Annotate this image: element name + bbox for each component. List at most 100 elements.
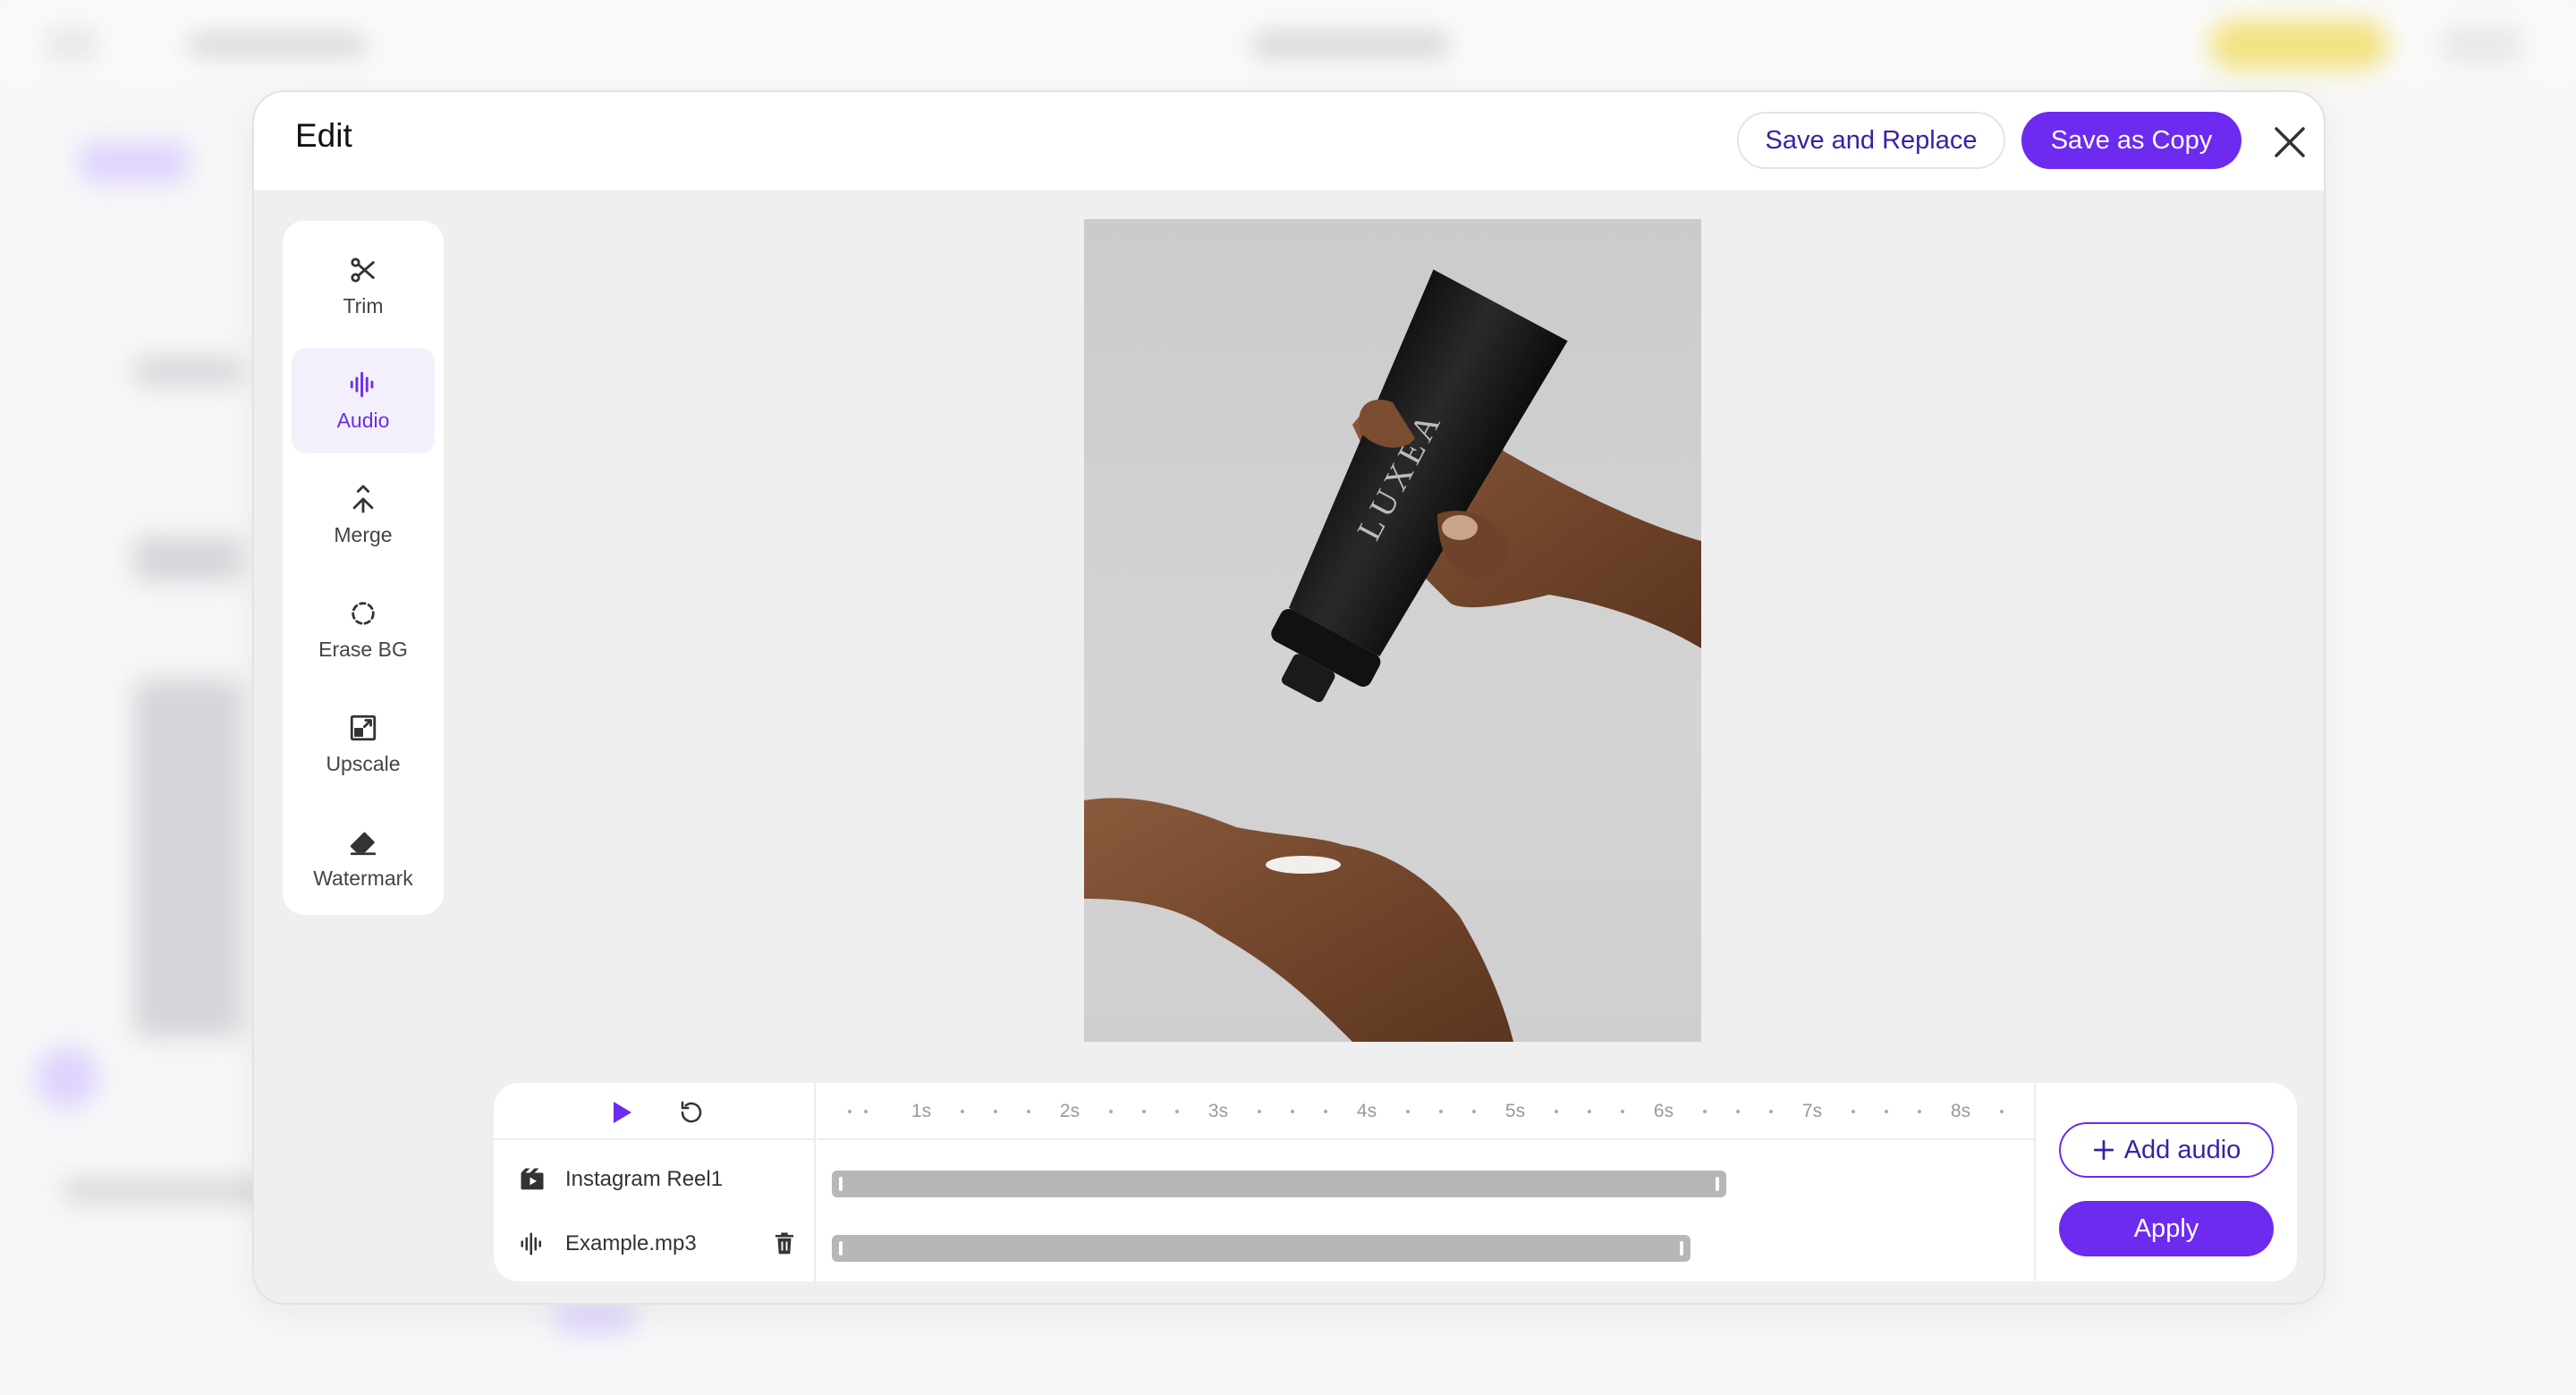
background-logo xyxy=(45,27,98,63)
ruler-tick xyxy=(1026,1110,1030,1113)
background-list xyxy=(134,680,242,1037)
ruler-tick xyxy=(2000,1110,2004,1113)
scissors-icon xyxy=(351,257,375,283)
ruler-tick xyxy=(1323,1110,1327,1113)
tool-sidebar: Trim Audio Merge Erase BG Upscale Waterm… xyxy=(283,221,444,915)
modal-title: Edit xyxy=(295,117,352,154)
ruler-tick xyxy=(1439,1110,1443,1113)
lower-hand-shape xyxy=(1084,798,1513,1042)
ruler-tick xyxy=(1291,1110,1294,1113)
tool-label: Watermark xyxy=(313,866,413,890)
video-track-bar[interactable] xyxy=(832,1171,1726,1197)
modal-header: Edit Save and Replace Save as Copy xyxy=(254,92,2324,190)
track-name: Instagram Reel1 xyxy=(565,1167,724,1191)
background-upgrade-button xyxy=(2209,20,2388,70)
add-audio-label: Add audio xyxy=(2123,1135,2241,1164)
tool-audio[interactable]: Audio xyxy=(292,348,435,453)
play-icon xyxy=(614,1102,631,1123)
timeline-actions: Add audio Apply xyxy=(2034,1083,2297,1281)
ruler-tick xyxy=(1174,1110,1179,1113)
ruler-tick xyxy=(1620,1110,1624,1113)
ruler-tick xyxy=(1588,1110,1591,1113)
apply-button[interactable]: Apply xyxy=(2059,1201,2274,1256)
tool-watermark[interactable]: Watermark xyxy=(292,806,435,911)
track-audio[interactable]: Example.mp3 xyxy=(519,1226,697,1262)
video-clip-icon xyxy=(521,1168,544,1190)
ruler-tick xyxy=(1109,1110,1114,1113)
product-photo: LUXEA xyxy=(1084,269,1701,1042)
ruler-tick xyxy=(1885,1110,1888,1113)
ruler-label: 3s xyxy=(1208,1101,1229,1121)
erase-bg-icon xyxy=(352,601,375,625)
ruler-tick xyxy=(1555,1110,1559,1113)
ruler-tick xyxy=(961,1110,965,1113)
reset-button[interactable] xyxy=(678,1099,705,1126)
tool-label: Upscale xyxy=(326,751,401,775)
save-and-replace-button[interactable]: Save and Replace xyxy=(1737,112,2005,169)
background-fab xyxy=(36,1046,98,1109)
delete-track-button[interactable] xyxy=(771,1230,798,1257)
trim-handle-start[interactable] xyxy=(839,1177,843,1191)
track-name: Example.mp3 xyxy=(565,1231,697,1256)
background-footer-text xyxy=(63,1180,277,1202)
ruler-label: 4s xyxy=(1356,1101,1377,1121)
ruler-label: 7s xyxy=(1801,1101,1823,1121)
trim-handle-end[interactable] xyxy=(1680,1241,1683,1256)
playback-controls xyxy=(494,1083,816,1140)
tool-label: Erase BG xyxy=(318,637,408,661)
merge-icon xyxy=(352,484,374,513)
audio-track-bar[interactable] xyxy=(832,1235,1690,1262)
cream-drop xyxy=(1266,856,1341,874)
ruler-tick xyxy=(1917,1110,1921,1113)
play-button[interactable] xyxy=(608,1099,635,1126)
ruler-tick xyxy=(994,1110,997,1113)
ruler-label: 5s xyxy=(1504,1101,1526,1121)
audio-wave-icon xyxy=(521,1232,541,1256)
trash-icon xyxy=(775,1232,793,1255)
close-button[interactable] xyxy=(2265,117,2315,167)
tool-label: Merge xyxy=(334,522,393,546)
background-breadcrumb xyxy=(188,34,367,55)
trim-handle-end[interactable] xyxy=(1716,1177,1719,1191)
background-footer-link xyxy=(555,1306,635,1332)
tool-upscale[interactable]: Upscale xyxy=(292,691,435,797)
ruler-tick xyxy=(1736,1110,1740,1113)
ruler-tick xyxy=(1142,1110,1146,1113)
time-ruler: 1s 2s 3s 4s 5s 6s 7s 8s xyxy=(818,1083,2034,1140)
ruler-tick xyxy=(1703,1110,1707,1113)
track-video[interactable]: Instagram Reel1 xyxy=(519,1162,723,1197)
audio-wave-icon xyxy=(350,371,374,397)
save-as-copy-button[interactable]: Save as Copy xyxy=(2021,112,2241,169)
plus-icon xyxy=(2093,1139,2114,1161)
media-preview: LUXEA xyxy=(1084,219,1701,1042)
ruler-tick xyxy=(864,1110,868,1113)
background-line xyxy=(134,537,242,581)
ruler-tick xyxy=(1852,1110,1856,1113)
tool-merge[interactable]: Merge xyxy=(292,462,435,568)
ruler-tick xyxy=(848,1110,852,1113)
ruler-label: 8s xyxy=(1950,1101,1971,1121)
eraser-icon xyxy=(350,832,377,855)
close-icon xyxy=(2275,127,2305,157)
edit-modal: Edit Save and Replace Save as Copy Trim … xyxy=(252,90,2326,1305)
ruler-tick xyxy=(1258,1110,1262,1113)
ruler-label: 2s xyxy=(1059,1101,1080,1121)
ruler-label: 6s xyxy=(1653,1101,1674,1121)
background-tab xyxy=(80,143,188,182)
timeline-panel: 1s 2s 3s 4s 5s 6s 7s 8s Instagram Reel1 Example… xyxy=(494,1083,2297,1281)
upscale-icon xyxy=(350,714,377,740)
tool-label: Audio xyxy=(336,408,390,432)
tool-erase-bg[interactable]: Erase BG xyxy=(292,577,435,682)
reset-icon xyxy=(681,1101,702,1123)
ruler-label: 1s xyxy=(911,1101,932,1121)
tool-label: Trim xyxy=(343,293,384,317)
ruler-tick xyxy=(1768,1110,1773,1113)
background-avatar xyxy=(2442,25,2522,64)
tool-trim[interactable]: Trim xyxy=(292,233,435,339)
background-title xyxy=(1252,32,1449,57)
background-line xyxy=(134,358,242,385)
trim-handle-start[interactable] xyxy=(839,1241,843,1256)
add-audio-button[interactable]: Add audio xyxy=(2059,1122,2274,1178)
ruler-tick xyxy=(1471,1110,1476,1113)
ruler-tick xyxy=(1406,1110,1411,1113)
